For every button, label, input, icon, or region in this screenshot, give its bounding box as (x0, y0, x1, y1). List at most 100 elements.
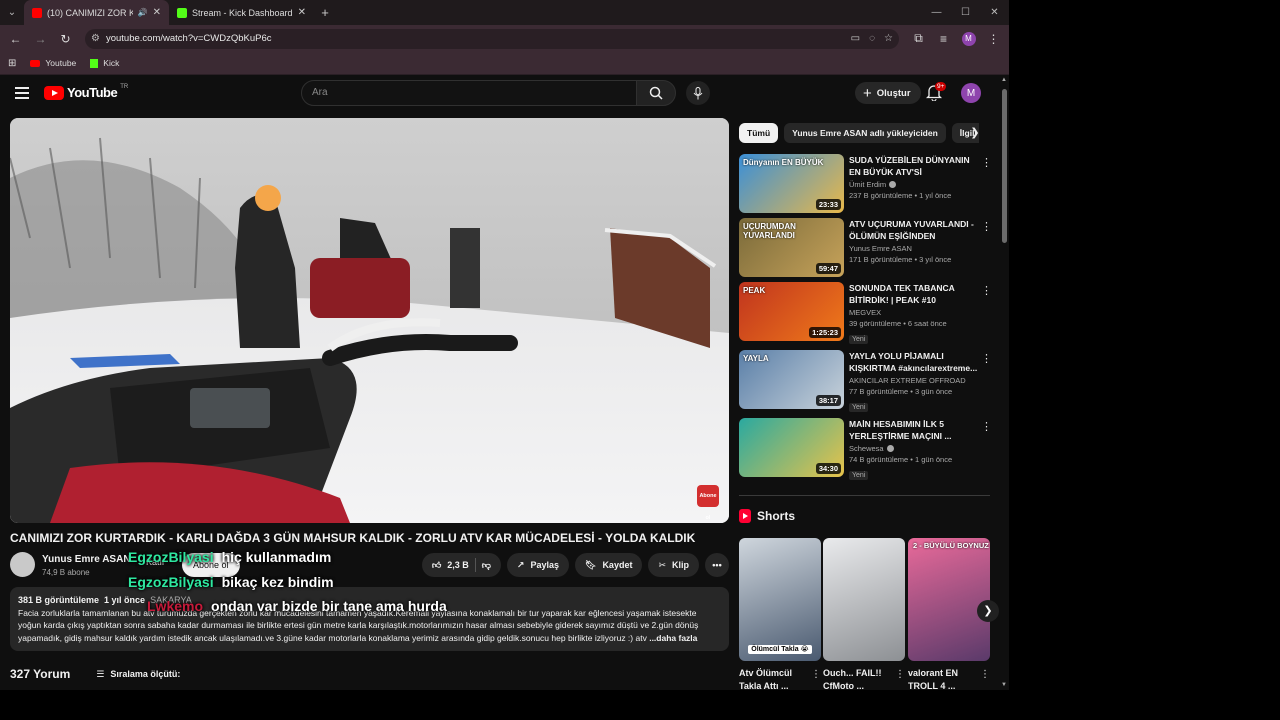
short-caption-text: Ölümcül Takla 😭 (748, 645, 812, 654)
recommended-video[interactable]: YAYLA 38:17 YAYLA YOLU PİJAMALI KIŞKIRTMA … (739, 350, 994, 412)
video-title[interactable]: ATV UÇURUMA YUVARLANDI - ÖLÜMÜN EŞİĞİNDE… (849, 218, 979, 242)
video-thumbnail[interactable]: YAYLA 38:17 (739, 350, 844, 409)
address-bar[interactable]: ⚙ youtube.com/watch?v=CWDzQbKuP6c ▭ ◌ ☆ (85, 28, 899, 49)
minimize-icon[interactable]: — (922, 0, 951, 25)
overlay-chat-text: hiç kullanmadım (221, 549, 332, 565)
show-more-link[interactable]: ...daha fazla (649, 633, 697, 643)
more-vert-icon[interactable]: ⋮ (980, 669, 990, 680)
account-avatar[interactable]: M (961, 83, 981, 103)
shorts-next-icon[interactable]: ❯ (977, 600, 999, 622)
channel-row: Yunus Emre ASAN 74,9 B abone Katıl Abone… (10, 552, 729, 580)
scroll-down-icon[interactable]: ▼ (1001, 682, 1007, 688)
back-icon[interactable]: ← (4, 27, 27, 50)
channel-name[interactable]: Yunus Emre ASAN (42, 554, 131, 565)
new-tab-icon[interactable]: + (314, 5, 336, 20)
channel-watermark[interactable]: Abone ol (697, 485, 719, 521)
chip-all[interactable]: Tümü (739, 123, 779, 143)
channel-name[interactable]: Schewesa (849, 444, 979, 453)
page-scrollbar[interactable]: ▲ ▼ (1000, 75, 1009, 690)
short-card[interactable]: Ouch... FAIL!! CfMoto ... ⋮ (823, 538, 905, 690)
close-window-icon[interactable]: ✕ (980, 0, 1009, 25)
chevron-right-icon[interactable]: ❯ (965, 123, 985, 143)
close-tab-icon[interactable]: ✕ (153, 7, 161, 18)
clip-button[interactable]: ✂ Klip (648, 553, 699, 577)
like-count[interactable]: 2,3 B (447, 560, 469, 570)
tab-kick[interactable]: Stream - Kick Dashboard ✕ (169, 0, 314, 25)
short-title[interactable]: Atv Ölümcül Takla Attı ... (739, 667, 807, 690)
video-title[interactable]: MAİN HESABIMIN İLK 5 YERLEŞTİRME MAÇINI … (849, 418, 979, 442)
sort-button[interactable]: ☰ Sıralama ölçütü: (96, 669, 180, 680)
site-info-icon[interactable]: ⚙ (91, 33, 100, 44)
bookmark-youtube[interactable]: Youtube (30, 58, 76, 68)
media-controls-icon[interactable]: ≡ (932, 27, 955, 50)
channel-name[interactable]: MEGVEX (849, 308, 979, 317)
channel-name[interactable]: AKINCILAR EXTREME OFFROAD (849, 376, 979, 385)
forward-icon[interactable]: → (29, 27, 52, 50)
apps-grid-icon[interactable]: ⊞ (8, 58, 16, 69)
video-thumbnail[interactable]: UÇURUMDAN YUVARLANDI 59:47 (739, 218, 844, 277)
notifications-button[interactable]: 9+ (925, 82, 947, 103)
youtube-logo[interactable]: YouTube TR (44, 84, 128, 100)
bookmark-star-icon[interactable]: ☆ (884, 33, 893, 44)
eye-off-icon[interactable]: ◌ (869, 33, 875, 44)
channel-name[interactable]: Yunus Emre ASAN (849, 244, 979, 253)
search-input[interactable]: Ara (301, 80, 637, 106)
tab-search-icon[interactable]: ⌄ (0, 0, 24, 25)
channel-name[interactable]: Ümit Erdim (849, 180, 979, 189)
menu-icon[interactable] (15, 87, 29, 102)
short-top-caption: 2 - BÜYÜLÜ BOYNUZ (913, 541, 989, 550)
recommended-video[interactable]: UÇURUMDAN YUVARLANDI 59:47 ATV UÇURUMA YUV… (739, 218, 994, 280)
like-icon[interactable]: 👍︎ (432, 560, 441, 571)
video-player[interactable]: Abone ol (10, 118, 729, 523)
short-thumbnail[interactable]: Ölümcül Takla 😭 (739, 538, 821, 661)
more-vert-icon[interactable]: ⋮ (981, 284, 992, 297)
reload-icon[interactable]: ↻ (54, 27, 77, 50)
more-vert-icon[interactable]: ⋮ (895, 669, 905, 680)
more-vert-icon[interactable]: ⋮ (981, 352, 992, 365)
recommended-video[interactable]: PEAK 1:25:23 SONUNDA TEK TABANCA BİTİRDİK!… (739, 282, 994, 344)
extensions-icon[interactable]: ⧉ (907, 27, 930, 50)
video-thumbnail[interactable]: Dünyanın EN BÜYÜK 23:33 (739, 154, 844, 213)
scroll-up-icon[interactable]: ▲ (1001, 77, 1007, 83)
browser-menu-icon[interactable]: ⋮ (982, 27, 1005, 50)
more-actions-button[interactable]: ••• (705, 553, 729, 577)
thumbnail-caption: YAYLA (743, 354, 769, 363)
more-vert-icon[interactable]: ⋮ (811, 669, 821, 680)
video-title[interactable]: SONUNDA TEK TABANCA BİTİRDİK! | PEAK #10 (849, 282, 979, 306)
search-button[interactable] (636, 80, 676, 106)
recommended-video[interactable]: Dünyanın EN BÜYÜK 23:33 SUDA YÜZEBİLEN DÜN… (739, 154, 994, 216)
save-button[interactable]: 🔖︎ Kaydet (575, 553, 643, 577)
chip-from-uploader[interactable]: Yunus Emre ASAN adlı yükleyiciden (784, 123, 946, 143)
short-thumbnail[interactable]: 2 - BÜYÜLÜ BOYNUZ (908, 538, 990, 661)
short-card[interactable]: Ölümcül Takla 😭 Atv Ölümcül Takla Attı ..… (739, 538, 821, 690)
create-button[interactable]: + Oluştur (855, 82, 921, 104)
video-thumbnail[interactable]: 34:30 (739, 418, 844, 477)
speaker-icon[interactable]: 🔊 (138, 8, 148, 17)
close-tab-icon[interactable]: ✕ (298, 7, 306, 18)
video-info: SONUNDA TEK TABANCA BİTİRDİK! | PEAK #10… (849, 282, 979, 346)
video-title[interactable]: SUDA YÜZEBİLEN DÜNYANIN EN BÜYÜK ATV'Sİ (849, 154, 979, 178)
short-title[interactable]: Ouch... FAIL!! CfMoto ... (823, 667, 891, 690)
video-thumbnail[interactable]: PEAK 1:25:23 (739, 282, 844, 341)
channel-avatar[interactable] (10, 552, 35, 577)
short-title[interactable]: valorant EN TROLL 4 ... (908, 667, 976, 690)
bookmarks-bar: ⊞ Youtube Kick (0, 52, 1009, 75)
more-vert-icon[interactable]: ⋮ (981, 156, 992, 169)
recommended-video[interactable]: 34:30 MAİN HESABIMIN İLK 5 YERLEŞTİRME MA… (739, 418, 994, 480)
profile-avatar[interactable]: M (957, 27, 980, 50)
bookmark-kick[interactable]: Kick (90, 58, 119, 68)
scrollbar-thumb[interactable] (1002, 89, 1007, 243)
video-title[interactable]: YAYLA YOLU PİJAMALI KIŞKIRTMA #akıncılar… (849, 350, 979, 374)
tab-youtube[interactable]: (10) CANIMIZI ZOR KURTAR 🔊 ✕ (24, 0, 169, 25)
more-vert-icon[interactable]: ⋮ (981, 220, 992, 233)
voice-search-button[interactable] (686, 81, 710, 105)
cast-icon[interactable]: ▭ (851, 33, 860, 44)
description-box[interactable]: 381 B görüntüleme 1 yıl önce SAKARYA Fac… (10, 587, 729, 651)
short-thumbnail[interactable] (823, 538, 905, 661)
maximize-icon[interactable]: ☐ (951, 0, 980, 25)
video-duration: 1:25:23 (809, 327, 841, 338)
share-button[interactable]: ↗ Paylaş (506, 553, 569, 577)
video-title: CANIMIZI ZOR KURTARDIK - KARLI DAĞDA 3 G… (10, 531, 696, 545)
dislike-icon[interactable]: 👎︎ (482, 560, 491, 571)
more-vert-icon[interactable]: ⋮ (981, 420, 992, 433)
